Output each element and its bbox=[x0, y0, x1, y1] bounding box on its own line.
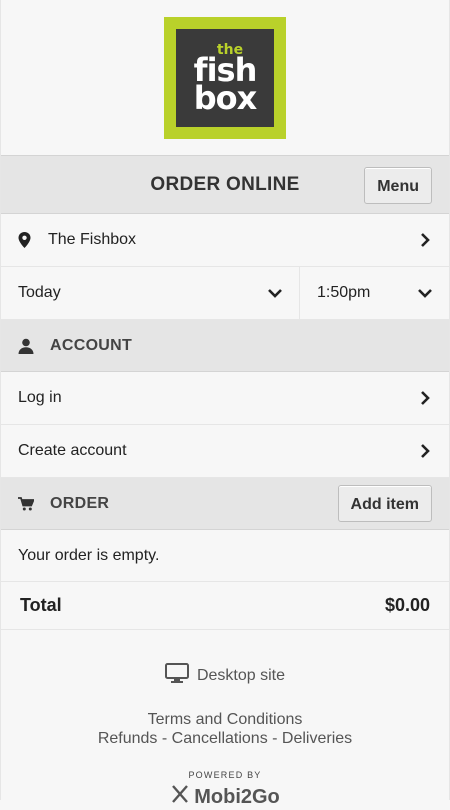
page: the fish box ORDER ONLINE Menu The Fishb… bbox=[0, 0, 450, 808]
desktop-site-label: Desktop site bbox=[196, 666, 286, 684]
total-value: $0.00 bbox=[384, 595, 430, 615]
time-select[interactable]: 1:50pm bbox=[300, 267, 449, 319]
order-section-title: ORDER bbox=[50, 494, 110, 512]
powered-by-label: POWERED BY bbox=[188, 770, 262, 780]
mobi2go-brand[interactable]: Mobi2Go bbox=[170, 784, 280, 810]
footer: Desktop site Terms and Conditions Refund… bbox=[1, 630, 449, 810]
order-empty-message: Your order is empty. bbox=[1, 530, 449, 582]
cart-icon bbox=[18, 496, 38, 511]
desktop-site-link[interactable]: Desktop site bbox=[164, 663, 286, 688]
day-value: Today bbox=[18, 284, 61, 301]
day-select[interactable]: Today bbox=[1, 267, 300, 319]
time-value: 1:50pm bbox=[317, 284, 371, 301]
header-bar: ORDER ONLINE Menu bbox=[1, 155, 449, 214]
logo-text-box: box bbox=[193, 78, 258, 117]
chevron-right-icon bbox=[418, 233, 432, 247]
footer-links: Terms and Conditions Refunds - Cancellat… bbox=[1, 710, 449, 748]
login-label: Log in bbox=[18, 389, 62, 406]
add-item-button[interactable]: Add item bbox=[337, 485, 432, 522]
map-pin-icon bbox=[18, 232, 32, 248]
monitor-icon bbox=[164, 663, 189, 688]
mobi2go-brand-label: Mobi2Go bbox=[194, 785, 280, 808]
chevron-down-icon bbox=[268, 286, 282, 300]
chevron-down-icon bbox=[418, 286, 432, 300]
account-section-header: ACCOUNT bbox=[1, 320, 449, 372]
fishbox-logo[interactable]: the fish box bbox=[164, 16, 286, 139]
page-title: ORDER ONLINE bbox=[150, 173, 300, 195]
schedule-row: Today 1:50pm bbox=[1, 267, 449, 320]
order-section-header: ORDER Add item bbox=[1, 478, 449, 530]
chevron-right-icon bbox=[418, 444, 432, 458]
logo-area: the fish box bbox=[1, 0, 449, 155]
total-label: Total bbox=[20, 595, 62, 615]
user-icon bbox=[18, 338, 38, 354]
total-row: Total $0.00 bbox=[1, 582, 449, 630]
menu-button[interactable]: Menu bbox=[364, 167, 432, 204]
location-row[interactable]: The Fishbox bbox=[1, 214, 449, 267]
terms-link[interactable]: Terms and Conditions bbox=[1, 710, 449, 729]
chevron-right-icon bbox=[418, 391, 432, 405]
logo-inner: the fish box bbox=[176, 28, 274, 127]
policies-link[interactable]: Refunds - Cancellations - Deliveries bbox=[1, 729, 449, 748]
location-label: The Fishbox bbox=[48, 231, 137, 248]
create-account-label: Create account bbox=[18, 442, 127, 459]
utensils-icon bbox=[170, 784, 190, 810]
create-account-row[interactable]: Create account bbox=[1, 425, 449, 478]
account-section-title: ACCOUNT bbox=[50, 336, 133, 354]
login-row[interactable]: Log in bbox=[1, 372, 449, 425]
